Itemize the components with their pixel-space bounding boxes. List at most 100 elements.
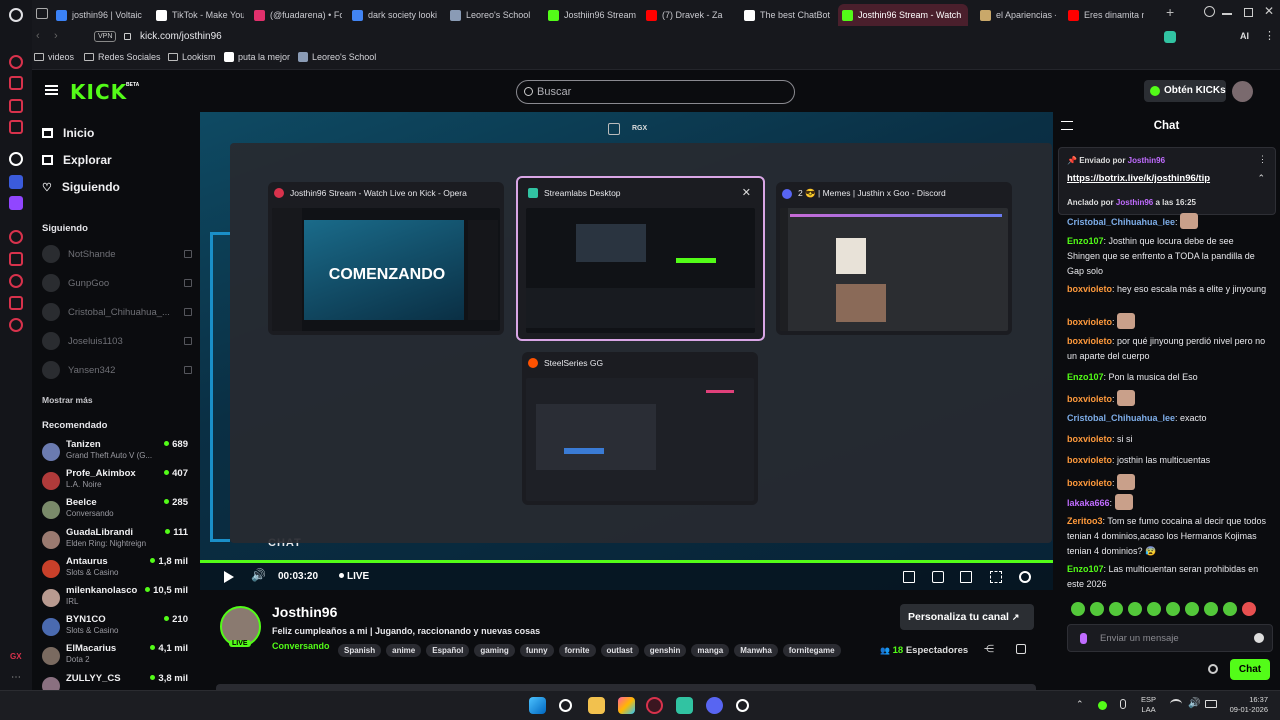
- tray-mic-icon[interactable]: [1120, 699, 1126, 709]
- user-avatar[interactable]: [1232, 81, 1253, 102]
- browser-tab[interactable]: dark society looki: [348, 4, 440, 26]
- taskbar-search-icon[interactable]: [559, 699, 572, 712]
- window-discord[interactable]: 2 😎 | Memes | Justhin x Goo - Discord: [776, 182, 1012, 335]
- opera-gx-icon[interactable]: [646, 697, 663, 714]
- search-input[interactable]: Buscar: [516, 80, 795, 104]
- chat-username[interactable]: Cristobal_Chihuahua_lee: [1067, 413, 1175, 423]
- chat-settings-icon[interactable]: [1208, 664, 1218, 674]
- browser-tab[interactable]: TikTok - Make You: [152, 4, 244, 26]
- pinboard-icon[interactable]: [9, 76, 23, 90]
- following-item[interactable]: Joseluis1103: [42, 331, 192, 351]
- chat-username[interactable]: boxvioleto: [1067, 317, 1112, 327]
- browser-tab[interactable]: Josthiin96 Stream: [544, 4, 636, 26]
- twitch-icon[interactable]: [9, 196, 23, 210]
- fullscreen-icon[interactable]: [990, 571, 1002, 583]
- speaker-icon[interactable]: 🔊: [1188, 698, 1200, 709]
- browser-tab[interactable]: el Apariencias -: [976, 4, 1056, 26]
- window-steelseries[interactable]: SteelSeries GG: [522, 352, 758, 505]
- play-icon[interactable]: [224, 571, 234, 583]
- steelseries-icon[interactable]: [736, 699, 749, 712]
- kick-logo[interactable]: KICK: [70, 80, 127, 104]
- window-streamlabs[interactable]: Streamlabs Desktop ✕: [516, 176, 765, 341]
- volume-icon[interactable]: 🔊: [251, 568, 266, 582]
- chat-username[interactable]: boxvioleto: [1067, 336, 1112, 346]
- url-field[interactable]: kick.com/josthin96: [140, 31, 222, 42]
- following-item[interactable]: Cristobal_Chihuahua_...: [42, 302, 192, 322]
- channel-name[interactable]: Josthin96: [272, 604, 337, 620]
- player-icon[interactable]: [9, 230, 23, 244]
- collapse-pinned-icon[interactable]: ⌃: [1257, 173, 1265, 184]
- stream-tag[interactable]: gaming: [474, 644, 515, 657]
- browser-tab[interactable]: (7) Dravek - Za: [642, 4, 734, 26]
- recommended-channel[interactable]: milenkanolasco IRL 10,5 mil: [42, 585, 192, 611]
- cs-icon[interactable]: [9, 175, 23, 189]
- ai-button[interactable]: AI: [1240, 31, 1249, 41]
- clock[interactable]: 16:37 09-01-2026: [1224, 695, 1268, 715]
- battery-icon[interactable]: [1205, 700, 1217, 708]
- search-tabs-icon[interactable]: [1204, 6, 1215, 17]
- bookmark-redes[interactable]: Redes Sociales: [84, 52, 161, 62]
- instagram-icon[interactable]: [9, 99, 23, 113]
- maximize-icon[interactable]: [1244, 8, 1253, 17]
- following-item[interactable]: GunpGoo: [42, 273, 192, 293]
- get-kicks-button[interactable]: Obtén KICKs: [1144, 80, 1226, 102]
- stream-category[interactable]: Conversando: [272, 641, 330, 651]
- emote-picker-icon[interactable]: [1166, 602, 1180, 616]
- chat-username[interactable]: lakaka666: [1067, 498, 1110, 508]
- emote-picker-icon[interactable]: [1242, 602, 1256, 616]
- chat-username[interactable]: boxvioleto: [1067, 455, 1112, 465]
- emote-picker-icon[interactable]: [1128, 602, 1142, 616]
- chat-input[interactable]: Enviar un mensaje: [1067, 624, 1273, 652]
- show-more-link[interactable]: Mostrar más: [42, 395, 93, 405]
- emote-picker-icon[interactable]: [1090, 602, 1104, 616]
- wifi-icon[interactable]: [1170, 699, 1182, 709]
- tray-app-icon[interactable]: [1098, 701, 1107, 710]
- stream-tag[interactable]: outlast: [600, 644, 639, 657]
- new-tab-button[interactable]: +: [1166, 4, 1174, 20]
- stream-tag[interactable]: Español: [426, 644, 470, 657]
- chat-username[interactable]: Enzo107: [1067, 564, 1104, 574]
- emote-picker-icon[interactable]: [1185, 602, 1199, 616]
- theater-icon[interactable]: [960, 571, 972, 583]
- chat-username[interactable]: Cristobal_Chihuahua_lee: [1067, 217, 1175, 227]
- follow-user-icon[interactable]: [1016, 644, 1026, 654]
- stream-tag[interactable]: fornite: [558, 644, 596, 657]
- discord-icon[interactable]: [706, 697, 723, 714]
- stream-tag[interactable]: manga: [691, 644, 730, 657]
- bookmark-leoreo[interactable]: Leoreo's School: [298, 52, 376, 62]
- extension-active-icon[interactable]: [1164, 31, 1176, 43]
- tab-overview-icon[interactable]: [36, 8, 48, 19]
- emote-picker-icon[interactable]: [1071, 602, 1085, 616]
- chat-username[interactable]: boxvioleto: [1067, 478, 1112, 488]
- emote-picker-icon[interactable]: [1109, 602, 1123, 616]
- more-icon[interactable]: ⋯: [11, 672, 21, 683]
- history-icon[interactable]: [9, 274, 23, 288]
- back-icon[interactable]: ‹: [36, 30, 40, 42]
- opera-logo-icon[interactable]: [9, 8, 23, 22]
- pinned-link[interactable]: https://botrix.live/k/josthin96/tip: [1067, 173, 1210, 184]
- hamburger-icon[interactable]: [45, 85, 58, 95]
- settings-gear-icon[interactable]: [1019, 571, 1031, 583]
- menu-icon[interactable]: ⋮: [1264, 29, 1275, 42]
- browser-tab[interactable]: Josthin96 Stream - Watch: [838, 4, 968, 26]
- tray-expand-icon[interactable]: ⌃: [1076, 699, 1084, 710]
- following-item[interactable]: NotShande: [42, 244, 192, 264]
- chat-username[interactable]: boxvioleto: [1067, 434, 1112, 444]
- browser-tab[interactable]: (@fuadarena) • Fo: [250, 4, 342, 26]
- recommended-channel[interactable]: GuadaLibrandi Elden Ring: Nightreign 111: [42, 527, 192, 553]
- aria-icon[interactable]: [9, 55, 23, 69]
- nav-siguiendo[interactable]: ♡ Siguiendo: [42, 180, 120, 194]
- bookmark-puta[interactable]: puta la mejor: [224, 52, 290, 62]
- mail-icon[interactable]: [9, 120, 23, 134]
- vpn-badge[interactable]: VPN: [94, 31, 117, 42]
- language-indicator[interactable]: ESP LAA: [1141, 695, 1156, 715]
- pin-options-icon[interactable]: ⋮: [1258, 154, 1267, 165]
- recommended-channel[interactable]: Profe_Akimbox L.A. Noire 407: [42, 468, 192, 494]
- file-explorer-icon[interactable]: [588, 697, 605, 714]
- clip-icon[interactable]: [932, 571, 944, 583]
- wallet-icon[interactable]: [9, 252, 23, 266]
- stream-tag[interactable]: funny: [519, 644, 554, 657]
- pip-icon[interactable]: [903, 571, 915, 583]
- chat-username[interactable]: Enzo107: [1067, 372, 1104, 382]
- gx-icon[interactable]: GX: [10, 652, 22, 661]
